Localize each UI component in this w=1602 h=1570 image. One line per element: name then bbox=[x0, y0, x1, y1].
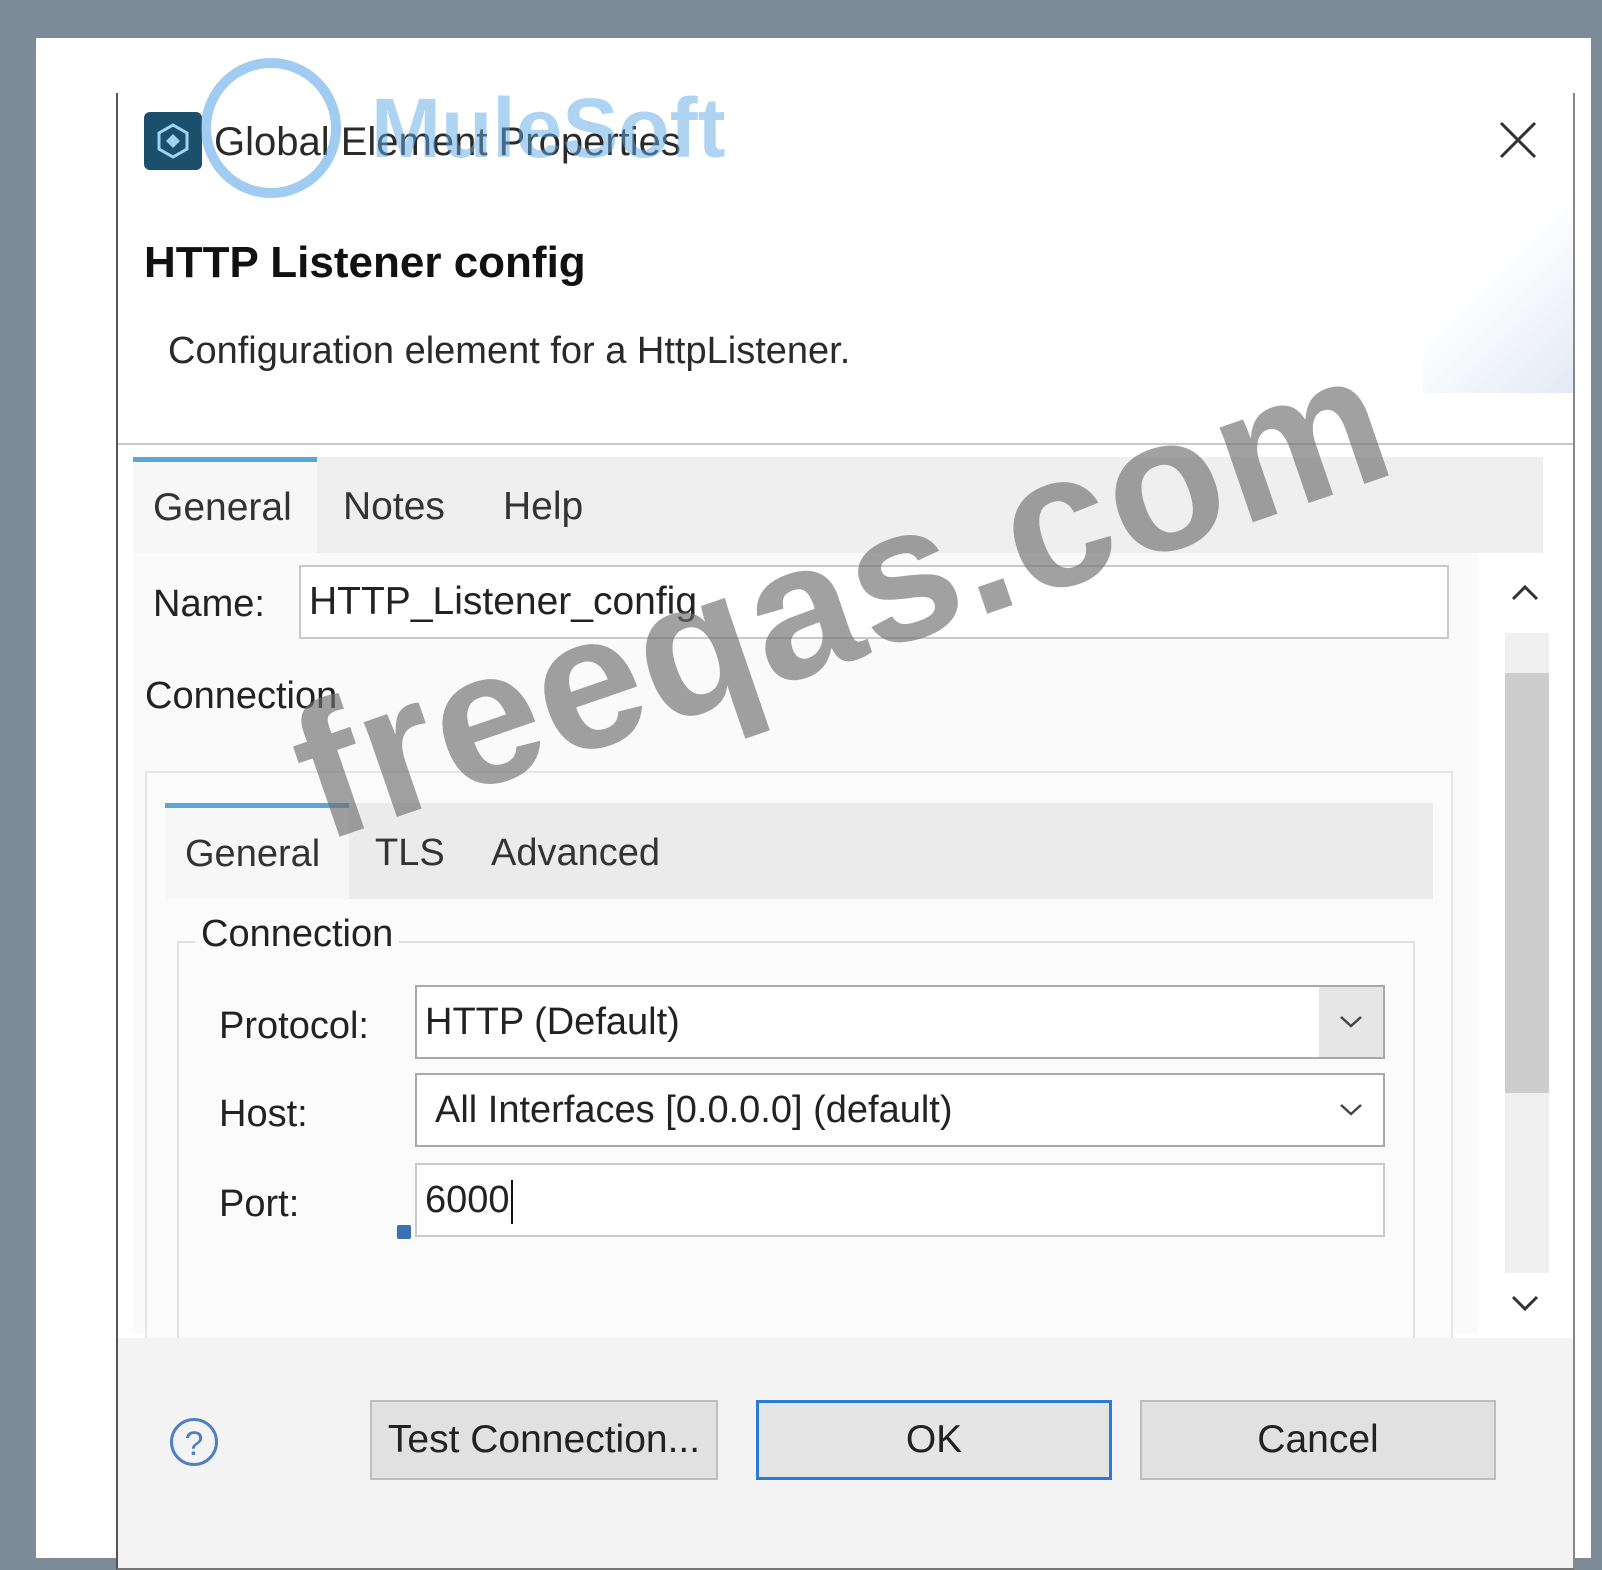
connection-panel: General TLS Advanced Connection Protocol… bbox=[145, 771, 1453, 1361]
field-info-icon bbox=[397, 1225, 411, 1239]
text-cursor bbox=[510, 1179, 513, 1224]
connection-group-label: Connection bbox=[195, 913, 400, 956]
tab-notes[interactable]: Notes bbox=[323, 457, 473, 553]
dialog-header-title: HTTP Listener config bbox=[144, 238, 586, 287]
screenshot-canvas: Global Element Properties HTTP Listener … bbox=[36, 38, 1591, 1570]
tab-help[interactable]: Help bbox=[483, 457, 613, 553]
connection-section-label: Connection bbox=[145, 675, 338, 717]
port-input[interactable]: 6000 bbox=[415, 1163, 1385, 1237]
app-icon bbox=[144, 112, 202, 170]
name-input[interactable]: HTTP_Listener_config bbox=[299, 565, 1449, 639]
vertical-scrollbar[interactable] bbox=[1495, 563, 1555, 1333]
chevron-up-icon[interactable] bbox=[1495, 563, 1555, 623]
host-value: All Interfaces [0.0.0.0] (default) bbox=[435, 1089, 953, 1131]
test-connection-button[interactable]: Test Connection... bbox=[370, 1400, 718, 1480]
tab-label: Advanced bbox=[491, 832, 661, 874]
tab-label: Notes bbox=[343, 485, 445, 528]
tab-general[interactable]: General bbox=[133, 457, 317, 553]
tab-advanced[interactable]: Advanced bbox=[471, 803, 691, 899]
host-label: Host: bbox=[219, 1093, 308, 1135]
outer-tab-bar: General Notes Help bbox=[133, 457, 1543, 553]
protocol-select[interactable]: HTTP (Default) bbox=[415, 985, 1385, 1059]
general-tab-content: Name: HTTP_Listener_config Connection Ge… bbox=[133, 553, 1478, 1361]
name-label: Name: bbox=[153, 583, 265, 625]
header-decoration bbox=[1423, 193, 1573, 393]
global-element-properties-dialog: Global Element Properties HTTP Listener … bbox=[116, 93, 1575, 1570]
help-icon[interactable]: ? bbox=[170, 1418, 218, 1466]
tab-connection-general[interactable]: General bbox=[165, 803, 349, 899]
protocol-label: Protocol: bbox=[219, 1005, 369, 1047]
scroll-thumb[interactable] bbox=[1505, 673, 1549, 1093]
chevron-down-icon[interactable] bbox=[1495, 1273, 1555, 1333]
chevron-down-icon[interactable] bbox=[1319, 987, 1383, 1057]
tab-label: General bbox=[153, 486, 292, 529]
tab-tls[interactable]: TLS bbox=[355, 803, 465, 899]
cancel-button[interactable]: Cancel bbox=[1140, 1400, 1496, 1480]
close-icon[interactable] bbox=[1493, 115, 1543, 165]
port-label: Port: bbox=[219, 1183, 300, 1225]
header-separator bbox=[118, 443, 1573, 445]
tab-label: Help bbox=[503, 485, 584, 528]
protocol-value: HTTP (Default) bbox=[425, 1001, 680, 1043]
ok-button[interactable]: OK bbox=[756, 1400, 1112, 1480]
connection-tab-bar: General TLS Advanced bbox=[165, 803, 1433, 899]
window-title: Global Element Properties bbox=[214, 120, 681, 164]
dialog-footer: ? Test Connection... OK Cancel bbox=[118, 1338, 1573, 1568]
title-bar: Global Element Properties bbox=[118, 93, 1573, 203]
dialog-header-description: Configuration element for a HttpListener… bbox=[168, 330, 851, 372]
tab-label: TLS bbox=[375, 832, 445, 874]
chevron-down-icon[interactable] bbox=[1319, 1075, 1383, 1145]
port-value: 6000 bbox=[425, 1179, 510, 1221]
tab-label: General bbox=[185, 833, 321, 875]
host-select[interactable]: All Interfaces [0.0.0.0] (default) bbox=[415, 1073, 1385, 1147]
